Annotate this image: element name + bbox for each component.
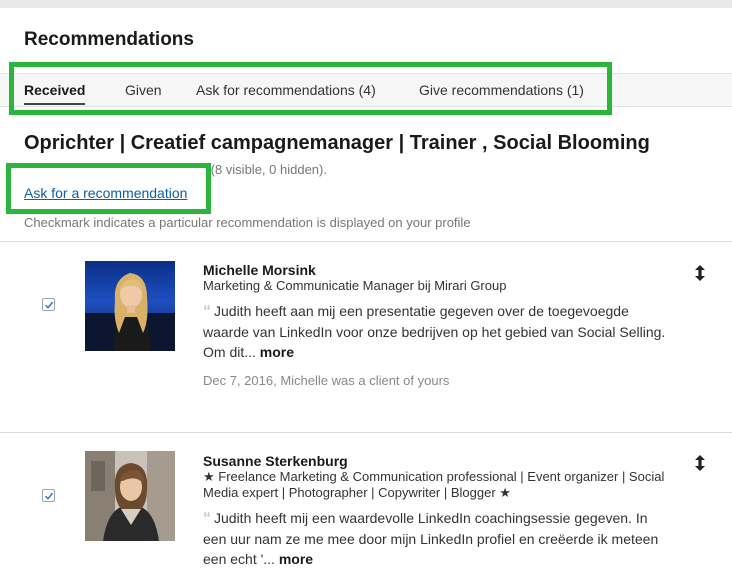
tabs-bar: Received Given Ask for recommendations (… (0, 73, 732, 107)
recommender-name[interactable]: Michelle Morsink (203, 262, 316, 278)
avatar-photo-susanne (85, 451, 175, 541)
recommender-role: Marketing & Communicatie Manager bij Mir… (203, 278, 507, 293)
avatar[interactable] (85, 451, 175, 541)
summary-visible-count: (8 visible, 0 hidden). (210, 162, 327, 177)
display-checkbox[interactable] (42, 489, 55, 502)
quote-text: Judith heeft mij een waardevolle LinkedI… (203, 510, 659, 567)
quote-icon: “ (203, 510, 211, 527)
up-down-arrow-icon[interactable] (693, 454, 707, 472)
tab-give-recommendations[interactable]: Give recommendations (1) (419, 82, 584, 98)
quote-icon: “ (203, 303, 211, 320)
recommendations-page: Recommendations Received Given Ask for r… (0, 0, 732, 579)
tab-ask-for-recommendations[interactable]: Ask for recommendations (4) (196, 82, 376, 98)
recommender-role: ★ Freelance Marketing & Communication pr… (203, 469, 665, 500)
page-title: Recommendations (24, 29, 194, 50)
checkmark-icon (44, 492, 54, 500)
tab-given[interactable]: Given (125, 82, 162, 98)
up-down-arrow-icon[interactable] (693, 264, 707, 282)
more-link[interactable]: more (279, 551, 313, 567)
divider (0, 241, 732, 242)
avatar[interactable] (85, 261, 175, 351)
checkmark-icon (44, 301, 54, 309)
ask-for-recommendation-link[interactable]: Ask for a recommendation (24, 185, 192, 201)
tab-received[interactable]: Received (24, 82, 86, 105)
divider (0, 432, 732, 433)
recommendation-summary: (8 visible, 0 hidden). (24, 162, 327, 177)
avatar-photo-michelle (85, 261, 175, 351)
recommender-name[interactable]: Susanne Sterkenburg (203, 453, 348, 469)
top-strip (0, 0, 732, 8)
display-checkbox[interactable] (42, 298, 55, 311)
recommendation-date: Dec 7, 2016, Michelle was a client of yo… (203, 373, 450, 388)
recommendation-quote: “Judith heeft mij een waardevolle Linked… (203, 508, 673, 569)
more-link[interactable]: more (260, 344, 294, 360)
checkmark-note: Checkmark indicates a particular recomme… (24, 215, 471, 230)
position-headline: Oprichter | Creatief campagnemanager | T… (24, 132, 650, 154)
recommendation-quote: “Judith heeft aan mij een presentatie ge… (203, 301, 673, 362)
